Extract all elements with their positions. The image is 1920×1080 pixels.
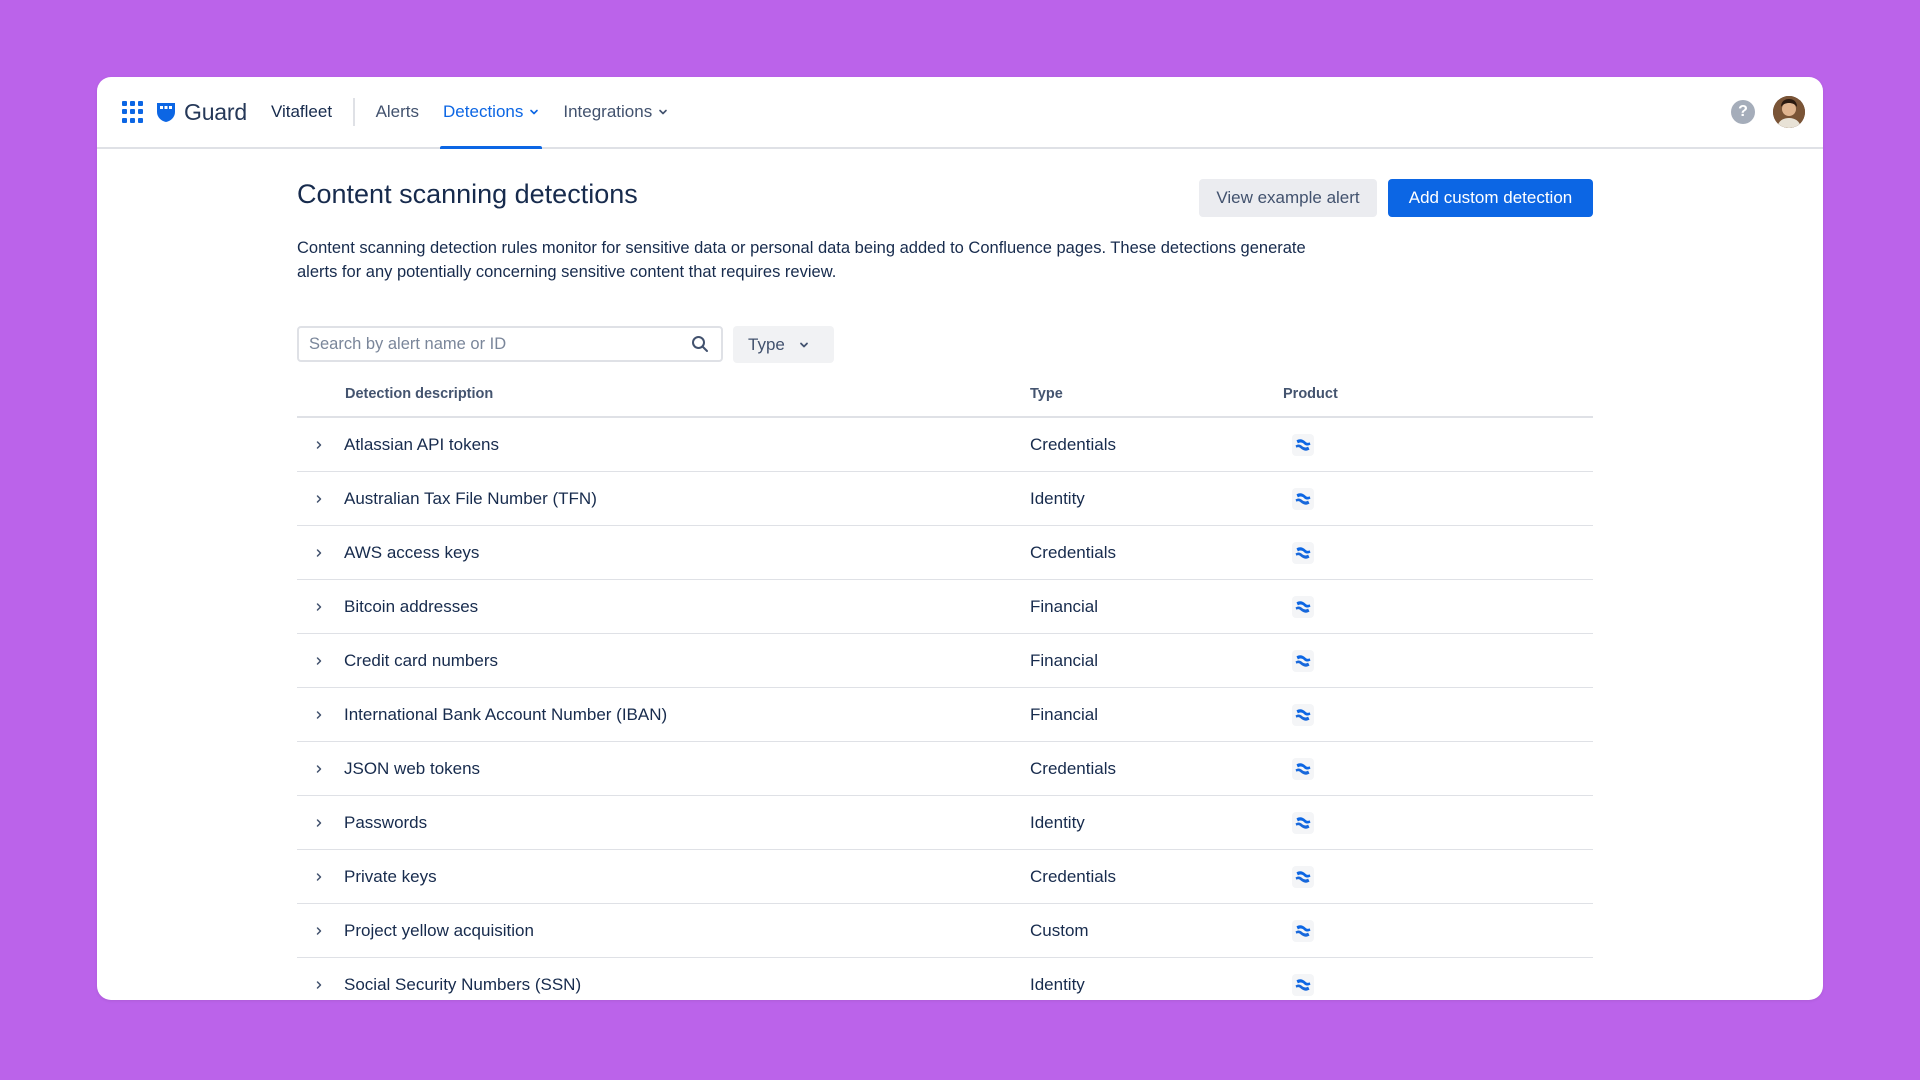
confluence-icon: [1292, 973, 1314, 996]
chevron-right-icon[interactable]: [311, 653, 327, 669]
search-icon[interactable]: [691, 335, 709, 353]
detection-description: JSON web tokens: [344, 758, 481, 778]
table-row[interactable]: JSON web tokens Credentials: [297, 742, 1593, 796]
page-title: Content scanning detections: [297, 179, 638, 209]
chevron-right-icon[interactable]: [311, 977, 327, 993]
help-icon[interactable]: ?: [1731, 100, 1755, 124]
header-product[interactable]: Product: [1283, 386, 1338, 402]
top-navigation: Guard Vitafleet Alerts Detections Integr…: [97, 77, 1823, 149]
confluence-icon: [1292, 649, 1314, 672]
confluence-icon: [1292, 595, 1314, 618]
chevron-right-icon[interactable]: [311, 923, 327, 939]
chevron-down-icon: [799, 342, 808, 347]
chevron-right-icon[interactable]: [311, 815, 327, 831]
detection-description: Project yellow acquisition: [344, 920, 534, 940]
table-body: Atlassian API tokens Credentials Australia…: [297, 418, 1593, 1000]
table-header: Detection description Type Product: [297, 372, 1593, 418]
confluence-icon: [1292, 433, 1314, 456]
search-input[interactable]: [299, 334, 691, 354]
confluence-icon: [1292, 703, 1314, 726]
chevron-right-icon[interactable]: [311, 599, 327, 615]
confluence-icon: [1292, 865, 1314, 888]
detection-type: Financial: [1030, 650, 1099, 670]
brand-name: Guard: [184, 98, 247, 125]
table-row[interactable]: AWS access keys Credentials: [297, 526, 1593, 580]
guard-logo[interactable]: Guard: [156, 99, 247, 126]
detection-type: Credentials: [1030, 434, 1116, 454]
detection-type: Financial: [1030, 704, 1099, 724]
nav-item-integrations[interactable]: Integrations: [560, 77, 671, 147]
table-row[interactable]: Credit card numbers Financial: [297, 634, 1593, 688]
table-row[interactable]: International Bank Account Number (IBAN)…: [297, 688, 1593, 742]
nav-item-label: Detections: [443, 102, 524, 121]
table-row[interactable]: Social Security Numbers (SSN) Identity: [297, 958, 1593, 1000]
nav-item-alerts[interactable]: Alerts: [373, 77, 422, 147]
user-avatar-image: [1773, 96, 1805, 128]
chevron-right-icon[interactable]: [311, 545, 327, 561]
header-description[interactable]: Detection description: [345, 386, 493, 402]
nav-right: ?: [1731, 77, 1805, 147]
detection-type: Credentials: [1030, 542, 1116, 562]
confluence-icon: [1292, 541, 1314, 564]
table-row[interactable]: Passwords Identity: [297, 796, 1593, 850]
detections-table: Detection description Type Product Atlas…: [297, 372, 1593, 1000]
detection-description: Social Security Numbers (SSN): [344, 974, 582, 994]
add-custom-detection-button[interactable]: Add custom detection: [1388, 179, 1593, 217]
view-example-alert-button[interactable]: View example alert: [1199, 179, 1377, 217]
detection-description: Bitcoin addresses: [344, 596, 479, 616]
detection-type: Identity: [1030, 812, 1085, 832]
app-window: Guard Vitafleet Alerts Detections Integr…: [97, 77, 1823, 1000]
detection-description: Atlassian API tokens: [344, 434, 499, 454]
table-row[interactable]: Private keys Credentials: [297, 850, 1593, 904]
chevron-down-icon: [530, 109, 539, 115]
chevron-right-icon[interactable]: [311, 491, 327, 507]
nav-divider: [353, 98, 355, 126]
chevron-down-icon: [659, 109, 668, 115]
nav-item-label: Alerts: [375, 102, 420, 121]
table-row[interactable]: Project yellow acquisition Custom: [297, 904, 1593, 958]
confluence-icon: [1292, 487, 1314, 510]
detection-description: AWS access keys: [344, 542, 480, 562]
type-filter-dropdown[interactable]: Type: [733, 326, 834, 363]
detection-description: Passwords: [344, 812, 428, 832]
confluence-icon: [1292, 757, 1314, 780]
help-glyph: ?: [1738, 103, 1748, 120]
detection-description: Australian Tax File Number (TFN): [344, 488, 597, 508]
table-row[interactable]: Atlassian API tokens Credentials: [297, 418, 1593, 472]
detection-type: Financial: [1030, 596, 1099, 616]
nav-item-label: Integrations: [563, 102, 653, 121]
header-type[interactable]: Type: [1030, 386, 1063, 402]
detection-description: Private keys: [344, 866, 437, 886]
site-name[interactable]: Vitafleet: [271, 102, 332, 122]
table-row[interactable]: Australian Tax File Number (TFN) Identity: [297, 472, 1593, 526]
avatar[interactable]: [1773, 96, 1805, 128]
search-field[interactable]: [297, 326, 723, 362]
confluence-icon: [1292, 919, 1314, 942]
app-switcher-icon[interactable]: [122, 101, 144, 123]
detection-type: Credentials: [1030, 758, 1116, 778]
confluence-icon: [1292, 811, 1314, 834]
chevron-right-icon[interactable]: [311, 437, 327, 453]
chevron-right-icon[interactable]: [311, 761, 327, 777]
page-description: Content scanning detection rules monitor…: [297, 239, 1306, 281]
detection-type: Custom: [1030, 920, 1089, 940]
detection-type: Identity: [1030, 488, 1085, 508]
detection-description: Credit card numbers: [344, 650, 499, 670]
type-filter-label: Type: [748, 334, 785, 354]
chevron-right-icon[interactable]: [311, 707, 327, 723]
chevron-right-icon[interactable]: [311, 869, 327, 885]
detection-description: International Bank Account Number (IBAN): [344, 704, 668, 724]
table-row[interactable]: Bitcoin addresses Financial: [297, 580, 1593, 634]
guard-shield-icon: [157, 103, 175, 122]
nav-item-detections[interactable]: Detections: [440, 77, 543, 149]
detection-type: Identity: [1030, 974, 1085, 994]
detection-type: Credentials: [1030, 866, 1116, 886]
